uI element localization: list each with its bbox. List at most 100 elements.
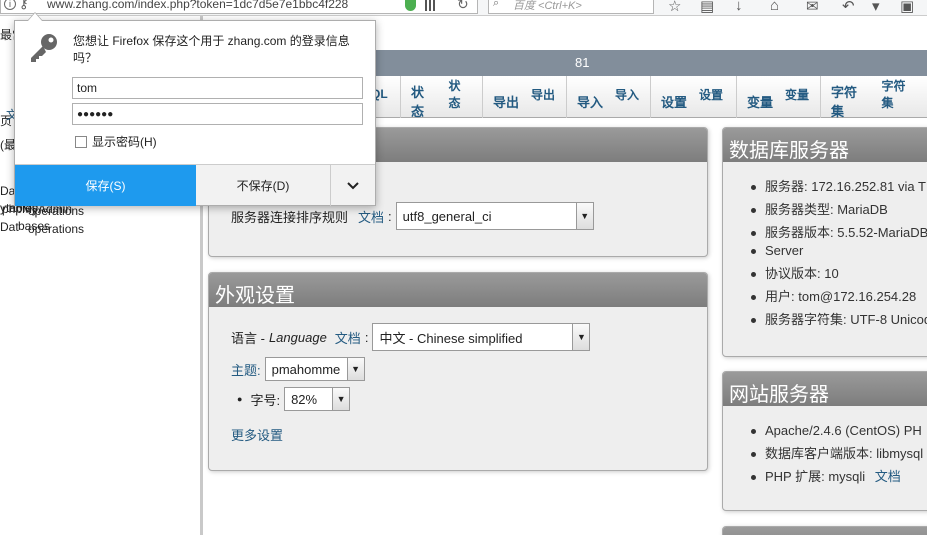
list-item: 服务器类型: MariaDB <box>747 201 927 219</box>
php-doc-link[interactable]: 文档 <box>875 469 901 484</box>
partial-panel <box>722 526 927 535</box>
theme-select[interactable]: pmahomme ▼ <box>264 357 365 381</box>
popup-footer: 保存(S) 不保存(D) <box>15 164 375 206</box>
collation-value: utf8_general_ci <box>402 208 492 224</box>
list-item: 服务器字符集: UTF-8 Unicod <box>747 311 927 329</box>
list-item: 服务器版本: 5.5.52-MariaDB <box>747 224 927 242</box>
show-password-checkbox[interactable] <box>75 135 87 148</box>
save-button[interactable]: 保存(S) <box>15 165 196 206</box>
collation-select[interactable]: utf8_general_ci ▼ <box>395 202 594 230</box>
tab-settings-icon-label: 设置 <box>661 94 688 110</box>
list-item: 协议版本: 10 <box>747 265 927 283</box>
breadcrumb-text[interactable]: 81 <box>575 55 589 70</box>
reading-list-icon[interactable]: ▤ <box>700 0 714 15</box>
tab-charsets-icon-label: 字符集 <box>831 85 858 119</box>
tab-charsets[interactable]: 字符集 字符集 <box>821 76 927 119</box>
tab-variables-label: 变量 <box>785 87 810 102</box>
menu-icon[interactable]: ▣ <box>900 0 914 15</box>
chevron-down-icon: ▼ <box>572 324 590 350</box>
tab-settings-label: 设置 <box>699 87 724 102</box>
tab-status-label: 状态 <box>448 79 461 110</box>
star-icon[interactable]: ☆ <box>668 0 681 15</box>
language-label-en: Language <box>268 329 327 345</box>
collation-doc-link[interactable]: 文档 <box>358 207 384 226</box>
back-arrow-icon[interactable]: ↶ <box>842 0 855 15</box>
save-password-popup: 您想让 Firefox 保存这个用于 zhang.com 的登录信息吗？ tom… <box>14 12 376 206</box>
key-icon[interactable]: ⚷ <box>19 0 29 12</box>
nav-item[interactable]: operations <box>28 204 84 218</box>
database-server-info-list: 服务器: 172.16.252.81 via T 服务器类型: MariaDB … <box>723 162 927 329</box>
theme-value: pmahomme <box>271 361 341 377</box>
download-icon[interactable]: ↓ <box>735 0 743 14</box>
popup-message: 您想让 Firefox 保存这个用于 zhang.com 的登录信息吗？ <box>73 34 350 65</box>
show-password-row[interactable]: 显示密码(H) <box>75 133 157 150</box>
username-field[interactable]: tom <box>72 77 363 99</box>
more-options-button[interactable] <box>331 165 375 206</box>
font-size-label: 字号: <box>250 392 281 408</box>
tab-export[interactable]: 导出 导出 <box>483 76 567 118</box>
collation-label: 服务器连接排序规则 <box>231 209 349 225</box>
password-field[interactable]: ●●●●●● <box>72 103 363 125</box>
popup-arrow <box>27 12 43 21</box>
php-extension-text: PHP 扩展: mysqli <box>765 469 866 484</box>
appearance-settings-title: 外观设置 <box>209 273 707 307</box>
web-server-title: 网站服务器 <box>723 372 927 406</box>
tab-import-label: 导入 <box>615 87 640 102</box>
theme-row: 主题: pmahomme ▼ <box>231 357 685 381</box>
language-value: 中文 - Chinese simplified <box>379 330 523 346</box>
url-text[interactable]: www.zhang.com/index.php?token=1dc7d5e7e1… <box>47 0 348 11</box>
tab-export-icon-label: 导出 <box>493 94 520 110</box>
list-item: 用户: tom@172.16.254.28 <box>747 288 927 306</box>
list-item: PHP 扩展: mysqli 文档 <box>747 468 927 486</box>
home-icon[interactable]: ⌂ <box>770 0 779 14</box>
search-bar[interactable]: ⌕ 百度 <Ctrl+K> <box>488 0 654 14</box>
list-item: Apache/2.4.6 (CentOS) PH <box>747 422 927 440</box>
tab-charsets-label: 字符集 <box>881 79 906 110</box>
appearance-settings-panel: 外观设置 语言 - Language 文档 : 中文 - Chinese sim… <box>208 272 708 471</box>
language-doc-link[interactable]: 文档 <box>335 328 361 347</box>
font-size-row: ● 字号: 82% ▼ <box>231 387 685 411</box>
shield-icon[interactable] <box>405 0 416 11</box>
dont-save-button[interactable]: 不保存(D) <box>196 165 331 206</box>
tab-export-label: 导出 <box>531 87 556 102</box>
browser-toolbar: i ⚷ www.zhang.com/index.php?token=1dc7d5… <box>0 0 927 16</box>
language-row: 语言 - Language 文档 : 中文 - Chinese simplifi… <box>231 323 685 351</box>
bullet-icon: ● <box>237 394 243 404</box>
info-icon[interactable]: i <box>4 0 16 10</box>
colon: : <box>364 329 369 345</box>
tab-status-icon-label: 状态 <box>411 85 425 119</box>
nav-item[interactable]: Dat <box>0 220 19 234</box>
tab-status[interactable]: 状态 状态 <box>401 76 483 119</box>
qr-code-icon[interactable] <box>425 0 437 11</box>
tab-variables-icon-label: 变量 <box>747 94 774 110</box>
list-item: 服务器: 172.16.252.81 via T <box>747 178 927 196</box>
chevron-down-icon: ▼ <box>575 203 593 229</box>
tab-variables[interactable]: 变量 变量 <box>737 76 821 118</box>
search-icon: ⌕ <box>493 0 500 9</box>
language-label: 语言 - <box>231 330 265 346</box>
database-server-title: 数据库服务器 <box>723 128 927 162</box>
chat-icon[interactable]: ✉ <box>806 0 819 15</box>
language-select[interactable]: 中文 - Chinese simplified ▼ <box>372 323 591 351</box>
nav-item[interactable]: bases <box>18 219 50 233</box>
show-password-label: 显示密码(H) <box>92 135 157 149</box>
font-size-select[interactable]: 82% ▼ <box>284 387 351 411</box>
url-bar[interactable]: i ⚷ www.zhang.com/index.php?token=1dc7d5… <box>0 0 478 14</box>
collation-row: 服务器连接排序规则 文档 : utf8_general_ci ▼ <box>231 202 685 230</box>
colon: : <box>388 208 392 224</box>
tab-import-icon-label: 导入 <box>577 94 604 110</box>
tab-settings[interactable]: 设置 设置 <box>651 76 737 118</box>
reload-icon[interactable]: ↻ <box>457 0 469 13</box>
list-item-continuation: Server <box>747 242 927 260</box>
more-settings-link[interactable]: 更多设置 <box>231 425 283 444</box>
chevron-down-icon[interactable]: ▾ <box>872 0 880 15</box>
key-icon <box>31 34 57 62</box>
search-placeholder: 百度 <Ctrl+K> <box>513 0 582 12</box>
list-item: 数据库客户端版本: libmysql <box>747 445 927 463</box>
tab-import[interactable]: 导入 导入 <box>567 76 651 118</box>
chevron-down-icon <box>347 181 359 189</box>
theme-label[interactable]: 主题: <box>231 360 261 379</box>
web-server-info-list: Apache/2.4.6 (CentOS) PH 数据库客户端版本: libmy… <box>723 406 927 486</box>
chevron-down-icon: ▼ <box>346 358 364 380</box>
partial-panel-title <box>723 527 927 535</box>
